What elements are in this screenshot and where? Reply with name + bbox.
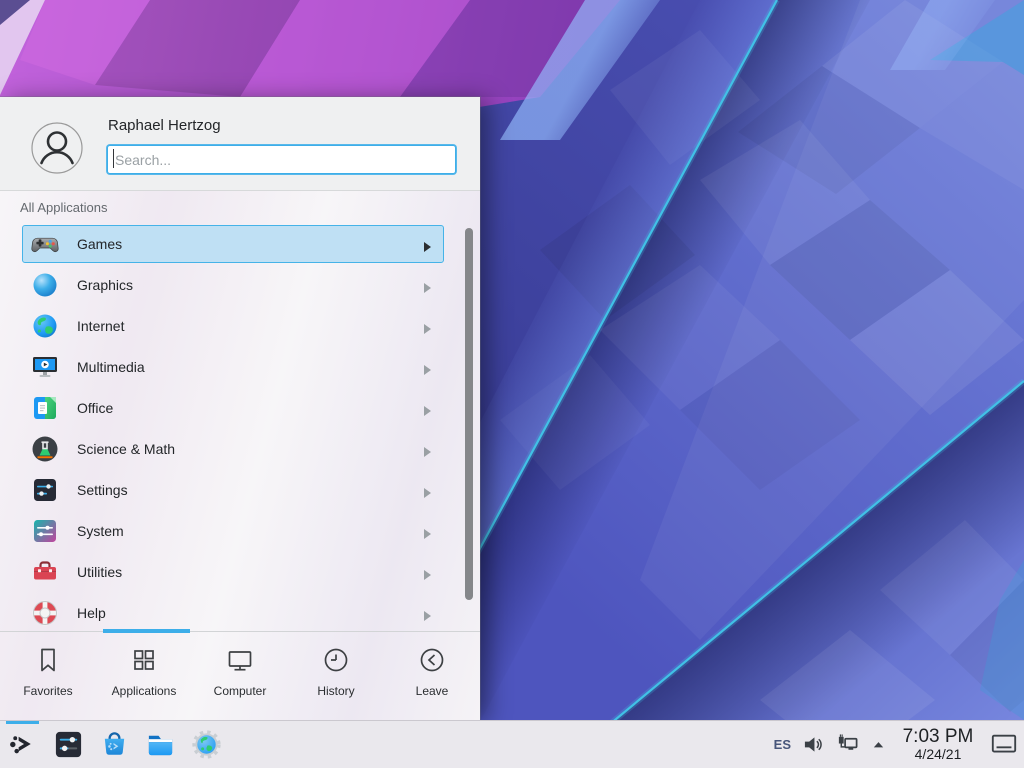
flask-icon [31,435,59,463]
clock-time: 7:03 PM [903,727,974,747]
logout-icon [417,645,447,675]
tab-computer[interactable]: Computer [192,632,288,720]
web-browser-button[interactable] [191,721,222,768]
software-center-bag-icon [99,729,130,760]
expand-tray-arrow-icon[interactable] [871,737,886,752]
menu-item-label: Graphics [77,277,133,293]
scrollbar-thumb[interactable] [465,228,473,600]
menu-item-multimedia[interactable]: Multimedia [22,348,444,386]
menu-item-internet[interactable]: Internet [22,307,444,345]
menu-item-label: System [77,523,124,539]
show-desktop-button[interactable] [990,731,1018,759]
menu-item-games[interactable]: Games [22,225,444,263]
menu-item-label: Science & Math [77,441,175,457]
menu-item-label: Games [77,236,122,252]
tab-label: Computer [214,684,267,698]
text-cursor [113,149,114,168]
system-settings-icon [53,729,84,760]
media-player-icon [31,353,59,381]
chevron-right-icon [423,567,431,577]
active-task-indicator [6,721,39,724]
discover-button[interactable] [99,721,130,768]
menu-item-system[interactable]: System [22,512,444,550]
chevron-right-icon [423,485,431,495]
grid-icon [129,645,159,675]
tab-label: Leave [416,684,449,698]
chevron-right-icon [423,526,431,536]
gamepad-icon [31,230,59,258]
globe-icon [31,312,59,340]
menu-item-label: Help [77,605,106,621]
user-avatar-icon[interactable] [31,122,83,174]
bookmark-icon [33,645,63,675]
folder-icon [145,729,176,760]
clock-date: 4/24/21 [915,747,962,762]
active-tab-indicator [103,629,190,633]
system-tray: ES 7:03 PM 4/24/21 [774,727,1024,762]
chevron-right-icon [423,239,431,249]
menu-item-graphics[interactable]: Graphics [22,266,444,304]
kde-launcher-icon [7,729,38,760]
system-sliders-icon [31,517,59,545]
search-input[interactable] [107,145,456,174]
menu-item-label: Utilities [77,564,122,580]
taskbar-panel: ES 7:03 PM 4/24/21 [0,720,1024,768]
tab-applications[interactable]: Applications [96,632,192,720]
menu-item-office[interactable]: Office [22,389,444,427]
menu-header: Raphael Hertzog [0,97,480,191]
tab-history[interactable]: History [288,632,384,720]
application-launcher-menu: Raphael Hertzog All Applications [0,97,480,720]
menu-item-settings[interactable]: Settings [22,471,444,509]
chevron-right-icon [423,403,431,413]
sliders-icon [31,476,59,504]
toolbox-icon [31,558,59,586]
globe-gear-browser-icon [191,729,222,760]
monitor-icon [225,645,255,675]
menu-item-help[interactable]: Help [22,594,444,632]
digital-clock[interactable]: 7:03 PM 4/24/21 [898,727,978,762]
menu-item-science-math[interactable]: Science & Math [22,430,444,468]
volume-icon[interactable] [803,734,824,755]
menu-item-label: Settings [77,482,128,498]
tab-label: Applications [112,684,177,698]
document-icon [31,394,59,422]
user-name: Raphael Hertzog [108,117,221,134]
chevron-right-icon [423,280,431,290]
menu-tab-bar: Favorites Applications [0,631,480,720]
lifebuoy-icon [31,599,59,627]
sphere-icon [31,271,59,299]
tab-favorites[interactable]: Favorites [0,632,96,720]
menu-item-label: Internet [77,318,124,334]
category-rows: Games Graphics [0,222,480,632]
keyboard-layout-indicator[interactable]: ES [774,737,791,752]
application-launcher-button[interactable] [7,721,38,768]
file-manager-button[interactable] [145,721,176,768]
application-category-list: All Applications Games [0,191,480,632]
chevron-right-icon [423,321,431,331]
chevron-right-icon [423,444,431,454]
taskbar-launchers [7,721,222,768]
chevron-right-icon [423,362,431,372]
menu-item-label: Office [77,400,113,416]
desktop: Raphael Hertzog All Applications [0,0,1024,768]
wired-network-icon[interactable] [836,733,859,756]
menu-item-utilities[interactable]: Utilities [22,553,444,591]
section-label: All Applications [20,200,107,215]
tab-leave[interactable]: Leave [384,632,480,720]
system-settings-button[interactable] [53,721,84,768]
tab-label: Favorites [23,684,72,698]
chevron-right-icon [423,608,431,618]
tab-label: History [317,684,354,698]
menu-item-label: Multimedia [77,359,145,375]
clock-icon [321,645,351,675]
